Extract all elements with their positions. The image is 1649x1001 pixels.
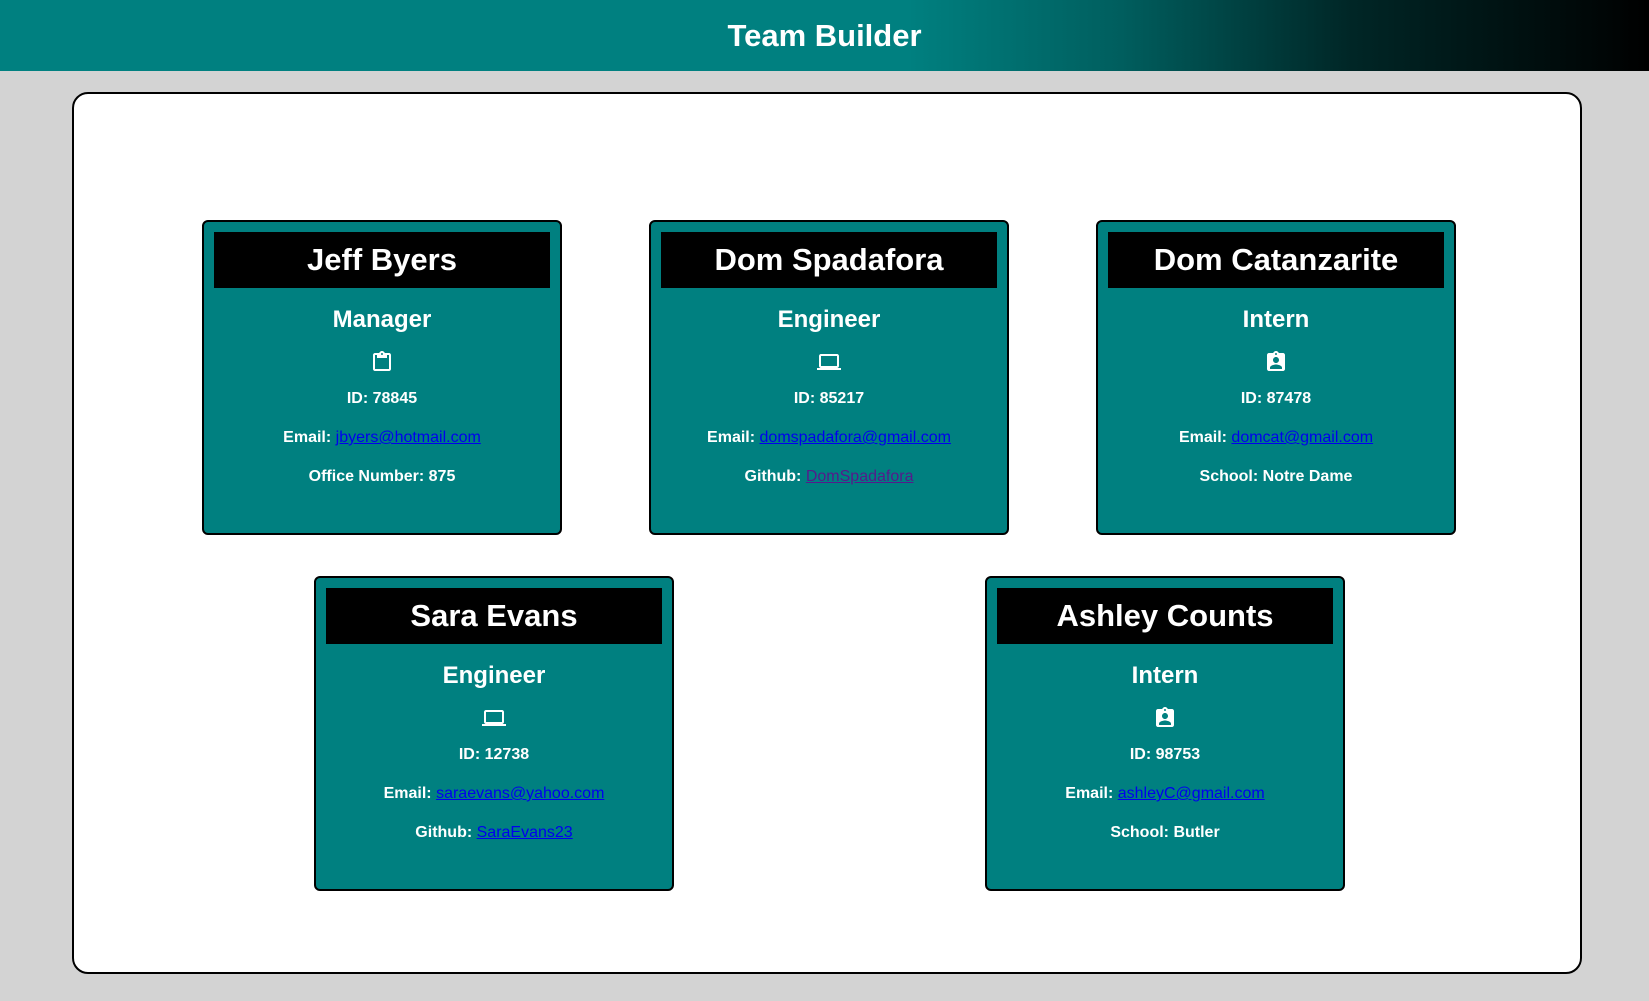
github-link[interactable]: DomSpadafora — [806, 468, 914, 485]
email-label: Email: — [707, 429, 756, 446]
employee-role: Engineer — [442, 662, 546, 689]
employee-card-intern: Dom Catanzarite Intern ID: 87478 Email: … — [1096, 220, 1456, 535]
github-label: Github: — [415, 824, 473, 841]
github-link[interactable]: SaraEvans23 — [477, 824, 573, 841]
employee-card-engineer: Dom Spadafora Engineer ID: 85217 Email: … — [649, 220, 1009, 535]
email-label: Email: — [1178, 429, 1227, 446]
employee-email-row: Email: jbyers@hotmail.com — [204, 428, 560, 448]
employee-name: Dom Catanzarite — [1108, 232, 1444, 288]
github-row: Github: SaraEvans23 — [316, 823, 672, 843]
employee-id: ID: 85217 — [793, 390, 865, 407]
email-link[interactable]: domcat@gmail.com — [1231, 429, 1373, 446]
employee-card-manager: Jeff Byers Manager ID: 78845 Email: jbye… — [202, 220, 562, 535]
employee-id: ID: 98753 — [1129, 746, 1201, 763]
email-link[interactable]: domspadafora@gmail.com — [760, 429, 951, 446]
page-title: Team Builder — [727, 17, 922, 53]
employee-id: ID: 12738 — [458, 746, 530, 763]
employee-email-row: Email: domspadafora@gmail.com — [651, 428, 1007, 448]
employee-role: Intern — [1131, 662, 1199, 689]
employee-name: Dom Spadafora — [661, 232, 997, 288]
employee-role: Manager — [332, 306, 432, 333]
employee-role: Engineer — [777, 306, 881, 333]
email-label: Email: — [283, 429, 332, 446]
id-badge-icon — [1098, 349, 1454, 375]
employee-card-intern: Ashley Counts Intern ID: 98753 Email: as… — [985, 576, 1345, 891]
school: School: Butler — [1110, 824, 1220, 841]
github-row: Github: DomSpadafora — [651, 467, 1007, 487]
laptop-icon — [651, 349, 1007, 375]
page-header: Team Builder — [0, 0, 1649, 71]
employee-name: Sara Evans — [326, 588, 662, 644]
email-label: Email: — [383, 785, 432, 802]
id-badge-icon — [987, 705, 1343, 731]
employee-email-row: Email: saraevans@yahoo.com — [316, 784, 672, 804]
team-container: Jeff Byers Manager ID: 78845 Email: jbye… — [72, 92, 1582, 974]
employee-id: ID: 78845 — [346, 390, 418, 407]
employee-card-engineer: Sara Evans Engineer ID: 12738 Email: sar… — [314, 576, 674, 891]
email-label: Email: — [1065, 785, 1114, 802]
employee-id: ID: 87478 — [1240, 390, 1312, 407]
employee-name: Jeff Byers — [214, 232, 550, 288]
email-link[interactable]: jbyers@hotmail.com — [336, 429, 481, 446]
github-label: Github: — [744, 468, 802, 485]
email-link[interactable]: ashleyC@gmail.com — [1118, 785, 1265, 802]
employee-email-row: Email: domcat@gmail.com — [1098, 428, 1454, 448]
office-number: Office Number: 875 — [308, 468, 456, 485]
school: School: Notre Dame — [1199, 468, 1353, 485]
clipboard-icon — [204, 349, 560, 375]
employee-email-row: Email: ashleyC@gmail.com — [987, 784, 1343, 804]
laptop-icon — [316, 705, 672, 731]
employee-role: Intern — [1242, 306, 1310, 333]
employee-name: Ashley Counts — [997, 588, 1333, 644]
email-link[interactable]: saraevans@yahoo.com — [436, 785, 604, 802]
